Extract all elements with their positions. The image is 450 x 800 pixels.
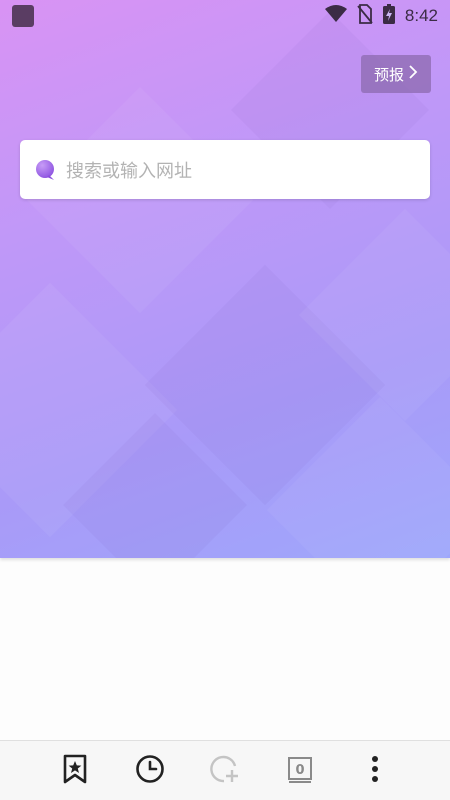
search-input[interactable]: 搜索或输入网址 [20,140,430,199]
preview-label: 预报 [373,65,404,84]
status-time: 8:42 [404,6,438,25]
bottom-navigation: 0 [0,740,450,800]
more-menu-button[interactable] [360,755,390,787]
bookmarks-star-icon [62,754,88,788]
history-button[interactable] [135,755,165,787]
new-tab-add-icon [210,754,240,788]
history-clock-icon [135,754,165,788]
no-sim-icon [357,4,373,28]
tabs-button[interactable]: 0 [285,755,315,787]
wifi-icon [324,5,347,27]
tab-count: 0 [295,763,304,778]
search-placeholder: 搜索或输入网址 [66,160,192,182]
chevron-right-icon [408,64,418,84]
battery-charging-icon [382,4,395,28]
tab-counter-icon: 0 [286,754,314,788]
status-bar: 8:42 [0,0,450,32]
more-menu-icon [371,755,379,787]
bookmarks-button[interactable] [60,754,90,788]
preview-button[interactable]: 预报 [361,55,431,93]
new-tab-button[interactable] [210,755,240,787]
purple-bubble-icon [34,159,56,181]
app-indicator-icon [12,5,34,27]
